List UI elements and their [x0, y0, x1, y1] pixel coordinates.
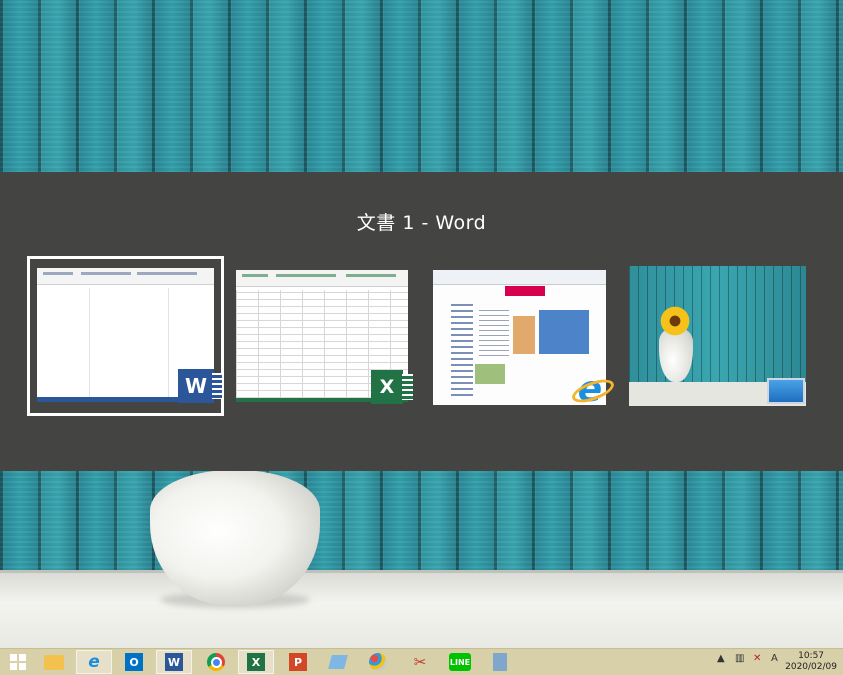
word-document-page [89, 288, 169, 398]
word-icon: W [165, 653, 183, 671]
folder-icon [44, 654, 64, 670]
taskbar-outlook[interactable]: O [116, 650, 152, 674]
system-tray: ▲ ▥ ✕ A 10:57 2020/02/09 [703, 649, 843, 675]
alt-tab-switcher: 文書 1 - Word W X e [0, 172, 843, 471]
ie-icon: e [88, 652, 100, 672]
line-icon: LINE [449, 653, 471, 671]
taskbar-internet-explorer[interactable]: e [76, 650, 112, 674]
window-thumbnail-desktop[interactable] [629, 266, 806, 406]
window-thumbnail-word[interactable]: W [27, 256, 224, 416]
switcher-window-title: 文書 1 - Word [356, 212, 487, 234]
taskbar-notepad[interactable] [320, 650, 356, 674]
windows-logo-icon [10, 654, 26, 670]
excel-ribbon [236, 270, 408, 287]
word-icon: W [178, 369, 222, 403]
taskbar-chrome[interactable] [198, 650, 234, 674]
window-thumbnail-excel[interactable]: X [236, 270, 413, 404]
wallpaper-shelf [0, 573, 843, 648]
word-ribbon [37, 268, 214, 285]
site-menu-column [451, 304, 473, 396]
taskbar-calculator[interactable] [482, 650, 518, 674]
taskbar-file-explorer[interactable] [36, 650, 72, 674]
taskbar: e O W X P ✂ LINE ▲ ▥ ✕ A 10:57 2020/02/0… [0, 648, 843, 675]
taskbar-paint[interactable] [360, 650, 396, 674]
site-image [475, 364, 505, 384]
powerpoint-icon: P [289, 653, 307, 671]
paint-icon [369, 653, 387, 671]
ie-toolbar [433, 270, 606, 285]
taskbar-line[interactable]: LINE [442, 650, 478, 674]
taskbar-powerpoint[interactable]: P [280, 650, 316, 674]
taskbar-snipping-tool[interactable]: ✂ [402, 650, 438, 674]
outlook-icon: O [125, 653, 143, 671]
volume-muted-icon[interactable]: ✕ [753, 653, 761, 664]
chrome-icon [207, 653, 225, 671]
site-banner [539, 310, 589, 354]
desktop-preview-vase [659, 328, 693, 382]
taskbar-word[interactable]: W [156, 650, 192, 674]
taskbar-excel[interactable]: X [238, 650, 274, 674]
scissors-icon: ✂ [413, 653, 427, 671]
site-logo [505, 286, 545, 296]
taskbar-clock[interactable]: 10:57 2020/02/09 [785, 651, 837, 673]
excel-icon: X [371, 370, 413, 404]
clock-time: 10:57 [798, 651, 825, 661]
site-news-list [479, 310, 509, 360]
ime-indicator[interactable]: A [771, 653, 778, 664]
excel-icon: X [247, 653, 265, 671]
calculator-icon [493, 653, 507, 671]
start-button[interactable] [0, 650, 36, 674]
ie-icon: e [571, 369, 609, 410]
network-icon[interactable]: ▥ [735, 653, 744, 664]
show-hidden-icons-icon[interactable]: ▲ [717, 653, 725, 664]
sunflower-image [657, 306, 693, 336]
desktop-icon [767, 378, 805, 404]
clock-date: 2020/02/09 [785, 662, 837, 672]
site-image [513, 316, 535, 354]
window-thumbnail-internet-explorer[interactable]: e [433, 270, 609, 410]
wallpaper-vase [150, 470, 320, 605]
notepad-icon [328, 655, 348, 669]
